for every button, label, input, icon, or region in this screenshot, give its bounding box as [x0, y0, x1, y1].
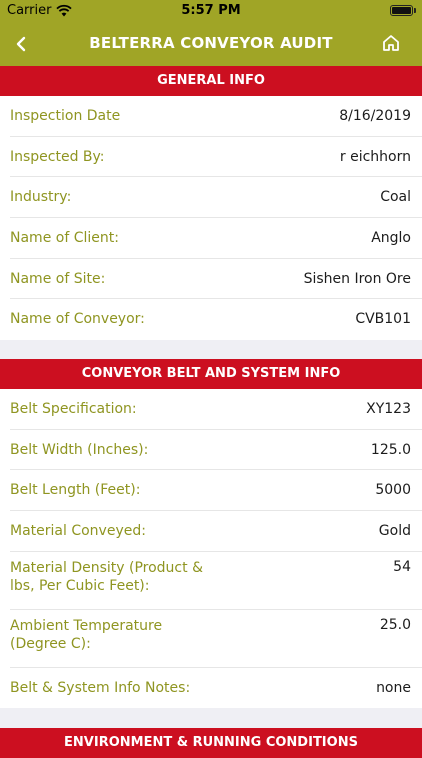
section-header-environment: ENVIRONMENT & RUNNING CONDITIONS	[0, 728, 422, 758]
row-site-name[interactable]: Name of Site: Sishen Iron Ore	[10, 259, 422, 300]
row-value: none	[376, 679, 411, 696]
battery-icon	[390, 5, 413, 16]
section-header-belt: CONVEYOR BELT AND SYSTEM INFO	[0, 359, 422, 389]
row-label: Inspection Date	[10, 108, 121, 124]
navigation-bar: BELTERRA CONVEYOR AUDIT	[0, 22, 422, 66]
row-client-name[interactable]: Name of Client: Anglo	[10, 218, 422, 259]
row-label: Name of Client:	[10, 230, 119, 247]
row-label: Belt & System Info Notes:	[10, 679, 191, 696]
row-value: 125.0	[370, 441, 411, 458]
row-label: Ambient Temperature (Degree C):	[10, 617, 163, 652]
row-belt-notes[interactable]: Belt & System Info Notes: none	[10, 668, 422, 709]
row-label: Name of Conveyor:	[10, 311, 145, 328]
row-value: CVB101	[355, 311, 411, 328]
row-material-density[interactable]: Material Density (Product & lbs, Per Cub…	[10, 552, 422, 610]
status-bar: Carrier 5:57 PM	[0, 0, 422, 22]
row-label: Belt Width (Inches):	[10, 441, 149, 458]
row-label: Material Conveyed:	[10, 523, 146, 540]
chevron-left-icon[interactable]	[10, 32, 34, 56]
battery-tip	[414, 8, 416, 13]
row-belt-width[interactable]: Belt Width (Inches): 125.0	[10, 430, 422, 471]
row-value: Sishen Iron Ore	[303, 270, 411, 287]
status-time: 5:57 PM	[181, 3, 241, 18]
row-industry[interactable]: Industry: Coal	[10, 177, 422, 219]
row-label: Industry:	[10, 189, 72, 206]
row-label: Belt Length (Feet):	[10, 482, 141, 499]
belt-info-card: Belt Specification: XY123 Belt Width (In…	[0, 389, 422, 709]
general-info-card: Inspection Date 8/16/2019 Inspected By: …	[0, 96, 422, 341]
row-value: Gold	[378, 523, 411, 540]
row-value: Coal	[380, 189, 411, 206]
row-label: Material Density (Product & lbs, Per Cub…	[10, 559, 203, 594]
row-value: r eichhorn	[339, 148, 411, 165]
row-label: Name of Site:	[10, 270, 106, 287]
home-icon[interactable]	[382, 34, 400, 52]
row-label: Inspected By:	[10, 148, 105, 165]
row-conveyor-name[interactable]: Name of Conveyor: CVB101	[10, 299, 422, 340]
row-belt-length[interactable]: Belt Length (Feet): 5000	[10, 470, 422, 512]
section-header-general: GENERAL INFO	[0, 66, 422, 96]
row-inspected-by[interactable]: Inspected By: r eichhorn	[10, 137, 422, 178]
row-inspection-date[interactable]: Inspection Date 8/16/2019	[10, 96, 422, 137]
page-title: BELTERRA CONVEYOR AUDIT	[89, 34, 333, 52]
row-value: 5000	[375, 482, 411, 499]
row-value: 54	[393, 558, 411, 575]
row-value: 25.0	[379, 616, 411, 633]
row-material-conveyed[interactable]: Material Conveyed: Gold	[10, 511, 422, 552]
row-ambient-temperature[interactable]: Ambient Temperature (Degree C): 25.0	[10, 610, 422, 668]
row-value: Anglo	[371, 230, 411, 247]
row-value: 8/16/2019	[339, 108, 411, 124]
row-belt-specification[interactable]: Belt Specification: XY123	[10, 389, 422, 430]
row-label: Belt Specification:	[10, 401, 137, 417]
row-value: XY123	[366, 401, 411, 417]
